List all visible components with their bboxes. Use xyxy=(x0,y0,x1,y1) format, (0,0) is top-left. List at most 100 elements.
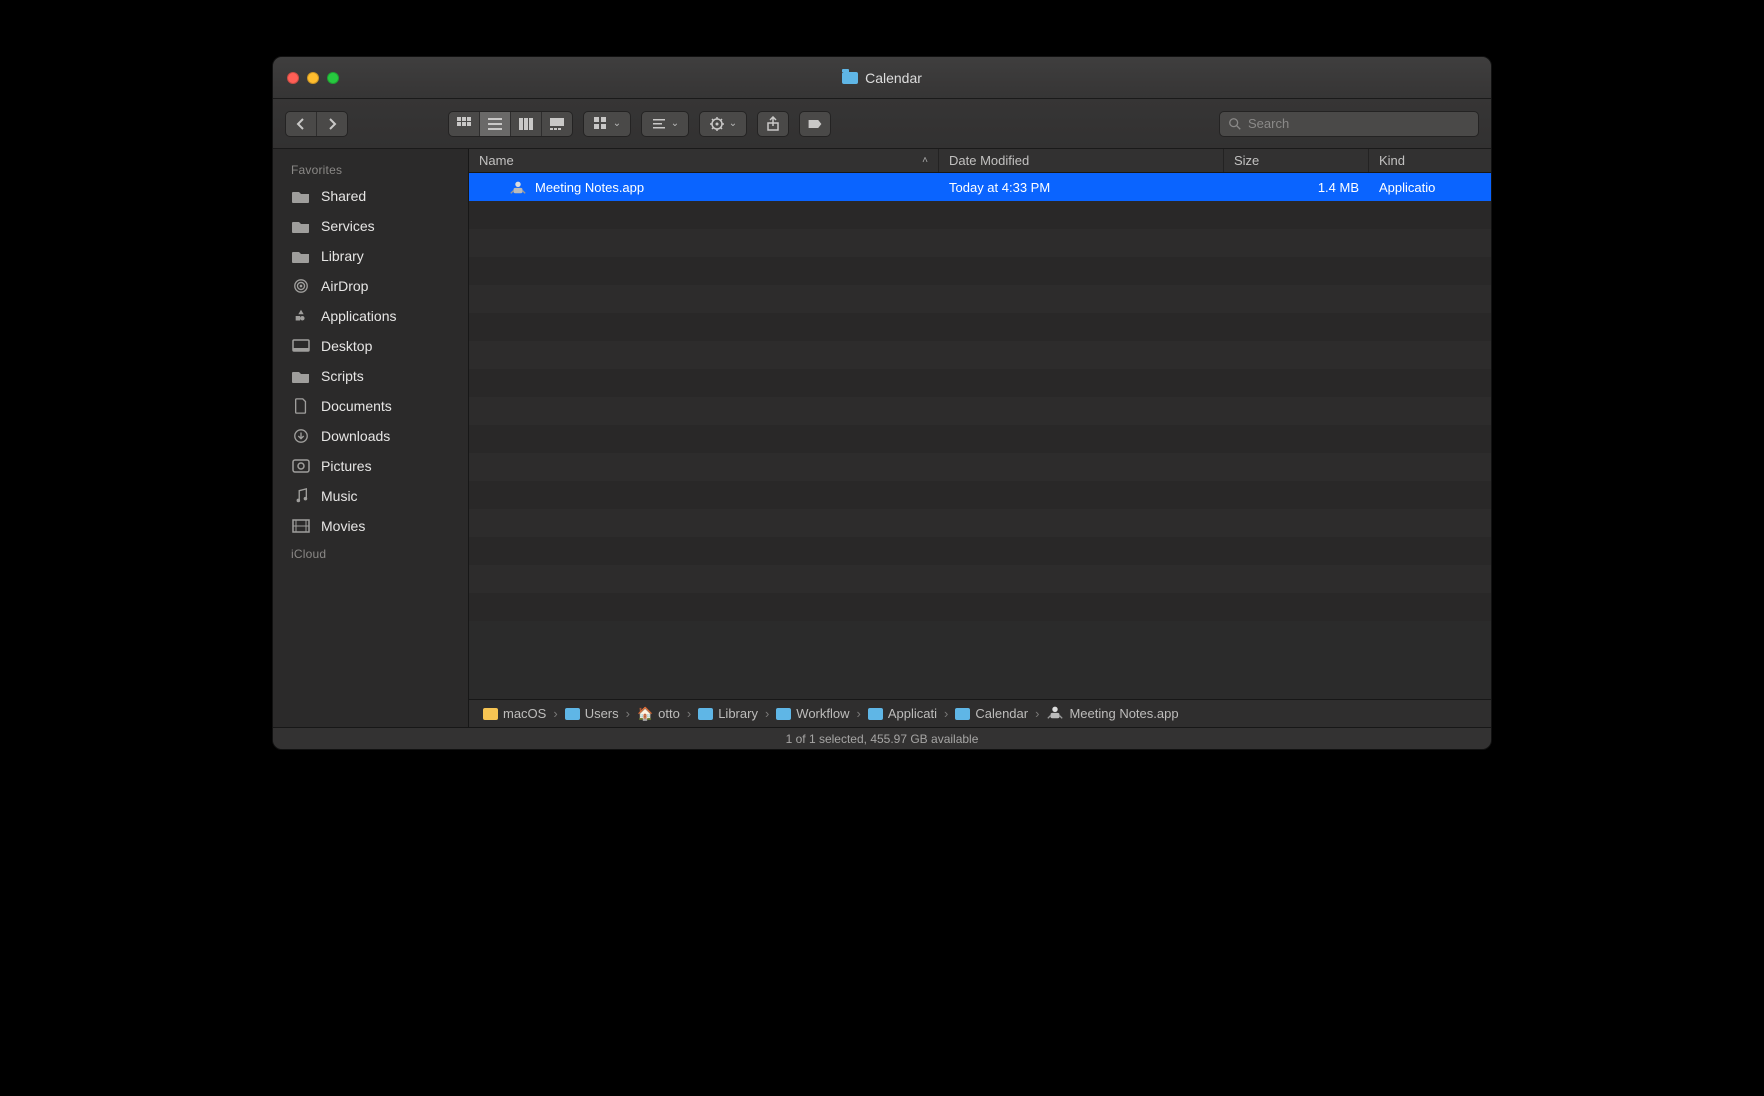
path-segment[interactable]: Workflow xyxy=(776,706,849,721)
empty-row xyxy=(469,509,1491,537)
arrange-button[interactable]: ⌄ xyxy=(642,112,688,136)
folder-icon xyxy=(868,708,883,720)
app-icon xyxy=(1046,703,1064,721)
file-name: Meeting Notes.app xyxy=(535,180,644,195)
sidebar-item-downloads[interactable]: Downloads xyxy=(273,421,468,451)
sidebar-item-label: Desktop xyxy=(321,338,372,354)
empty-row xyxy=(469,593,1491,621)
column-label: Name xyxy=(479,153,514,168)
path-segment[interactable]: Library xyxy=(698,706,758,721)
window-body: FavoritesSharedServicesLibraryAirDropApp… xyxy=(273,149,1491,727)
folder-icon xyxy=(291,368,311,384)
search-input[interactable] xyxy=(1248,116,1470,131)
sidebar-item-services[interactable]: Services xyxy=(273,211,468,241)
folder-icon xyxy=(955,708,970,720)
path-label: Users xyxy=(585,706,619,721)
close-button[interactable] xyxy=(287,72,299,84)
sidebar-item-airdrop[interactable]: AirDrop xyxy=(273,271,468,301)
sidebar-item-scripts[interactable]: Scripts xyxy=(273,361,468,391)
path-segment[interactable]: 🏠 otto xyxy=(637,706,680,722)
gallery-view-button[interactable] xyxy=(542,112,572,136)
path-separator-icon: › xyxy=(854,706,864,721)
sidebar-item-label: Music xyxy=(321,488,358,504)
sidebar-item-pictures[interactable]: Pictures xyxy=(273,451,468,481)
share-button[interactable] xyxy=(758,112,788,136)
empty-row xyxy=(469,313,1491,341)
path-bar[interactable]: macOS › Users › 🏠 otto › Library › Workflow › Appli… xyxy=(469,699,1491,727)
path-segment[interactable]: Users xyxy=(565,706,619,721)
share-button-group xyxy=(757,111,789,137)
path-separator-icon: › xyxy=(684,706,694,721)
sidebar-item-library[interactable]: Library xyxy=(273,241,468,271)
path-label: Workflow xyxy=(796,706,849,721)
sidebar-item-applications[interactable]: Applications xyxy=(273,301,468,331)
sidebar-item-label: Scripts xyxy=(321,368,364,384)
list-view-button[interactable] xyxy=(480,112,511,136)
file-row[interactable]: Meeting Notes.appToday at 4:33 PM1.4 MBA… xyxy=(469,173,1491,201)
group-button[interactable]: ⌄ xyxy=(584,112,630,136)
path-segment[interactable]: Meeting Notes.app xyxy=(1046,703,1178,724)
minimize-button[interactable] xyxy=(307,72,319,84)
empty-row xyxy=(469,565,1491,593)
back-button[interactable] xyxy=(286,112,317,136)
column-header-date[interactable]: Date Modified xyxy=(939,149,1224,172)
action-button[interactable]: ⌄ xyxy=(700,112,746,136)
empty-row xyxy=(469,369,1491,397)
empty-row xyxy=(469,425,1491,453)
sidebar[interactable]: Favorites Shared Services Library AirDropApp… xyxy=(273,149,469,727)
empty-row xyxy=(469,397,1491,425)
path-separator-icon: › xyxy=(623,706,633,721)
sidebar-item-desktop[interactable]: Desktop xyxy=(273,331,468,361)
file-name-cell: Meeting Notes.app xyxy=(469,173,939,201)
folder-icon xyxy=(291,218,311,234)
column-header-kind[interactable]: Kind xyxy=(1369,149,1491,172)
folder-icon xyxy=(291,248,311,264)
traffic-lights xyxy=(273,72,339,84)
sidebar-item-label: Downloads xyxy=(321,428,390,444)
fullscreen-button[interactable] xyxy=(327,72,339,84)
column-header-size[interactable]: Size xyxy=(1224,149,1369,172)
sidebar-item-documents[interactable]: Documents xyxy=(273,391,468,421)
search-field[interactable] xyxy=(1219,111,1479,137)
airdrop-icon xyxy=(291,278,311,294)
path-segment[interactable]: macOS xyxy=(483,706,546,721)
path-label: otto xyxy=(658,706,680,721)
column-header-name[interactable]: Name ˄ xyxy=(469,149,939,172)
path-separator-icon: › xyxy=(1032,706,1042,721)
sidebar-item-music[interactable]: Music xyxy=(273,481,468,511)
tags-button-group xyxy=(799,111,831,137)
path-segment[interactable]: Applicati xyxy=(868,706,937,721)
sidebar-item-label: Library xyxy=(321,248,364,264)
sidebar-section-header: iCloud xyxy=(273,541,468,565)
sort-ascending-icon: ˄ xyxy=(922,155,928,166)
chevron-down-icon: ⌄ xyxy=(671,118,679,129)
sidebar-item-label: Pictures xyxy=(321,458,372,474)
sidebar-section-header: Favorites xyxy=(273,157,468,181)
path-label: Calendar xyxy=(975,706,1028,721)
sidebar-item-shared[interactable]: Shared xyxy=(273,181,468,211)
downloads-icon xyxy=(291,428,311,444)
column-view-button[interactable] xyxy=(511,112,542,136)
sidebar-item-label: Shared xyxy=(321,188,366,204)
tags-button[interactable] xyxy=(800,112,830,136)
path-segment[interactable]: Calendar xyxy=(955,706,1028,721)
folder-icon xyxy=(565,708,580,720)
file-list[interactable]: Meeting Notes.appToday at 4:33 PM1.4 MBA… xyxy=(469,173,1491,699)
view-buttons xyxy=(448,111,573,137)
forward-button[interactable] xyxy=(317,112,347,136)
home-icon: 🏠 xyxy=(637,706,653,722)
folder-icon xyxy=(776,708,791,720)
path-separator-icon: › xyxy=(550,706,560,721)
nav-buttons xyxy=(285,111,348,137)
path-separator-icon: › xyxy=(762,706,772,721)
main-pane: Name ˄ Date Modified Size Kind Meeting N… xyxy=(469,149,1491,727)
icon-view-button[interactable] xyxy=(449,112,480,136)
titlebar: Calendar xyxy=(273,57,1491,99)
column-label: Size xyxy=(1234,153,1259,168)
sidebar-item-movies[interactable]: Movies xyxy=(273,511,468,541)
empty-row xyxy=(469,537,1491,565)
arrange-button-group: ⌄ xyxy=(641,111,689,137)
sidebar-item-label: Services xyxy=(321,218,375,234)
file-size-cell: 1.4 MB xyxy=(1224,173,1369,201)
sidebar-item-label: Movies xyxy=(321,518,365,534)
